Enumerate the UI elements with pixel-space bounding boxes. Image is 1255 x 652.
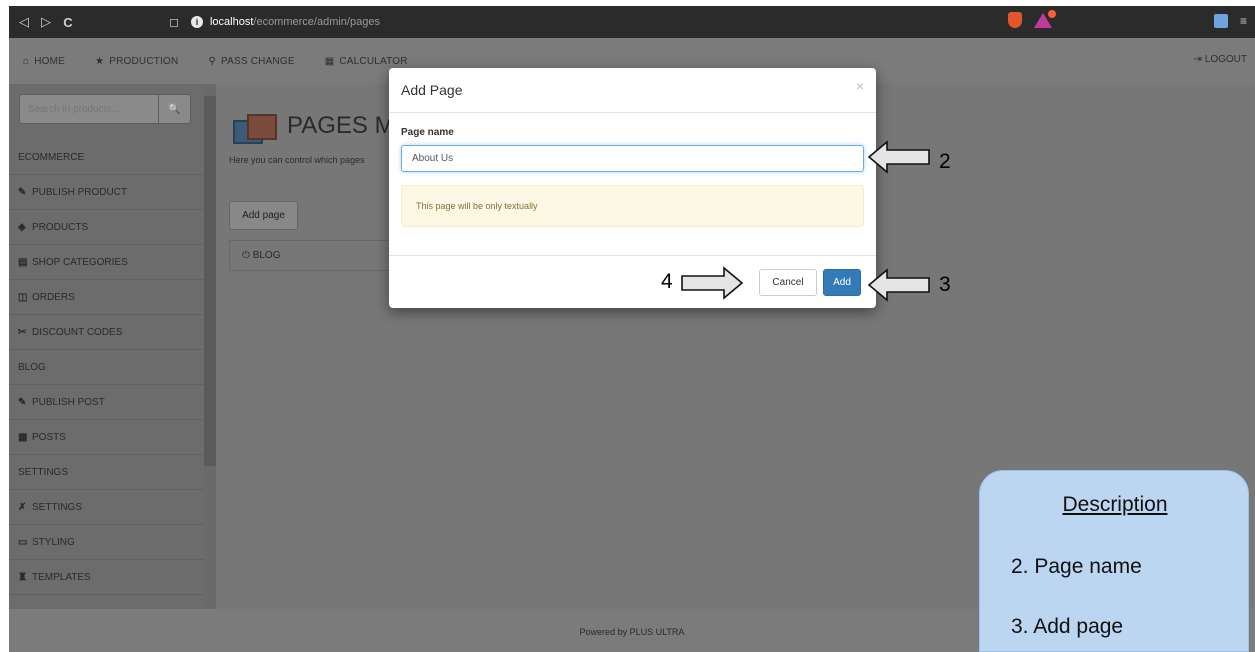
rewards-icon[interactable] — [1034, 9, 1056, 28]
description-line-2: 2. Page name — [1011, 555, 1142, 578]
description-title: Description — [1062, 493, 1168, 516]
translate-icon[interactable] — [1213, 14, 1228, 28]
arrow-left-icon-3 — [867, 268, 930, 302]
sidebar-item-orders[interactable]: ◫ ORDERS — [9, 280, 204, 315]
add-page-modal: Add Page × Page name This page will be o… — [389, 68, 876, 308]
forward-icon[interactable]: ▷ — [35, 14, 57, 30]
logout-link[interactable]: ⇥ LOGOUT — [1194, 54, 1247, 65]
modal-footer: Cancel Add — [389, 255, 876, 308]
sidebar-section-settings: SETTINGS — [9, 455, 204, 490]
site-info-icon[interactable]: i — [190, 16, 203, 28]
sidebar-item-posts[interactable]: ▦ POSTS — [9, 420, 204, 455]
page-title: PAGES M — [233, 108, 395, 144]
arrow-left-icon-2 — [867, 140, 930, 174]
sidebar-item-discount-codes[interactable]: ✂ DISCOUNT CODES — [9, 315, 204, 350]
menu-icon[interactable]: ≡ — [1240, 14, 1247, 28]
sidebar-item-publish-product[interactable]: ✎ PUBLISH PRODUCT — [9, 175, 204, 210]
sidebar-item-settings[interactable]: ✗ SETTINGS — [9, 490, 204, 525]
browser-toolbar: ◁ ▷ C ◻ i localhost/ecommerce/admin/page… — [9, 6, 1255, 38]
sidebar-menu: ECOMMERCE ✎ PUBLISH PRODUCT ◈ PRODUCTS ▤ SH… — [9, 140, 204, 595]
key-icon: ⚲ — [208, 55, 216, 67]
back-icon[interactable]: ◁ — [13, 14, 35, 30]
browser-right-icons: ≡ — [1213, 14, 1247, 28]
orders-icon: ◫ — [18, 292, 28, 303]
arrow-right-icon-4 — [681, 266, 744, 300]
sidebar-section-blog: BLOG — [9, 350, 204, 385]
nav-calculator[interactable]: ▦ CALCULATOR — [325, 56, 408, 67]
calculator-icon: ▦ — [324, 55, 335, 67]
page-row-blog[interactable]: ⏻ BLOG — [229, 240, 389, 271]
sidebar-scrollbar-thumb[interactable] — [204, 96, 216, 466]
templates-icon: ♜ — [18, 572, 27, 583]
sidebar-search: 🔍 — [19, 94, 204, 124]
monitor-icon: ▭ — [18, 537, 28, 548]
wrench-icon: ✗ — [18, 502, 27, 513]
page-name-label: Page name — [401, 127, 454, 138]
modal-body: Page name This page will be only textual… — [389, 113, 876, 227]
list-icon: ▤ — [18, 257, 28, 268]
brave-shield-icon[interactable] — [1008, 12, 1022, 28]
close-icon[interactable]: × — [856, 78, 864, 94]
sidebar: 🔍 ECOMMERCE ✎PUBLISH PRODUCT ◈PRODUCTS ▤… — [9, 84, 204, 609]
add-page-button[interactable]: Add page — [229, 201, 298, 230]
annotation-number-2: 2 — [939, 150, 951, 173]
annotation-number-4: 4 — [661, 270, 673, 293]
nav-pass-change[interactable]: ⚲ PASS CHANGE — [208, 56, 294, 67]
url-path: /ecommerce/admin/pages — [253, 16, 380, 28]
cancel-button[interactable]: Cancel — [759, 269, 817, 296]
edit-icon: ✎ — [18, 187, 27, 198]
sidebar-item-templates[interactable]: ♜ TEMPLATES — [9, 560, 204, 595]
sidebar-section-ecommerce: ECOMMERCE — [9, 140, 204, 175]
edit-icon: ✎ — [18, 397, 27, 408]
page-description: Here you can control which pages — [229, 155, 365, 165]
reload-icon[interactable]: C — [57, 15, 79, 30]
bookmark-icon[interactable]: ◻ — [169, 15, 179, 29]
search-button[interactable]: 🔍 — [159, 94, 191, 124]
products-icon: ◈ — [18, 222, 26, 233]
modal-title: Add Page — [401, 82, 463, 98]
add-button[interactable]: Add — [823, 269, 861, 296]
modal-header: Add Page × — [389, 68, 876, 113]
sidebar-item-styling[interactable]: ▭ STYLING — [9, 525, 204, 560]
description-box: Description 2. Page name 3. Add page — [979, 470, 1249, 652]
sidebar-item-shop-categories[interactable]: ▤ SHOP CATEGORIES — [9, 245, 204, 280]
home-icon: ⌂ — [23, 55, 30, 67]
annotation-number-3: 3 — [939, 273, 951, 296]
nav-production[interactable]: ★ PRODUCTION — [95, 56, 178, 67]
star-icon: ★ — [95, 55, 105, 67]
nav-home[interactable]: ⌂ HOME — [23, 56, 65, 67]
page-name-input[interactable] — [401, 145, 864, 172]
url-host: localhost — [209, 16, 254, 28]
description-line-3: 3. Add page — [1011, 615, 1124, 638]
address-bar[interactable]: i localhost/ecommerce/admin/pages — [190, 11, 380, 33]
extension-area — [1008, 9, 1056, 28]
notification-dot — [1048, 9, 1056, 18]
sidebar-item-publish-post[interactable]: ✎ PUBLISH POST — [9, 385, 204, 420]
pages-icon — [233, 108, 279, 144]
info-alert: This page will be only textually — [401, 185, 864, 227]
search-input[interactable] — [19, 94, 159, 124]
search-icon: 🔍 — [168, 103, 181, 115]
sidebar-item-products[interactable]: ◈ PRODUCTS — [9, 210, 204, 245]
grid-icon: ▦ — [18, 432, 28, 443]
scissors-icon: ✂ — [18, 327, 27, 338]
